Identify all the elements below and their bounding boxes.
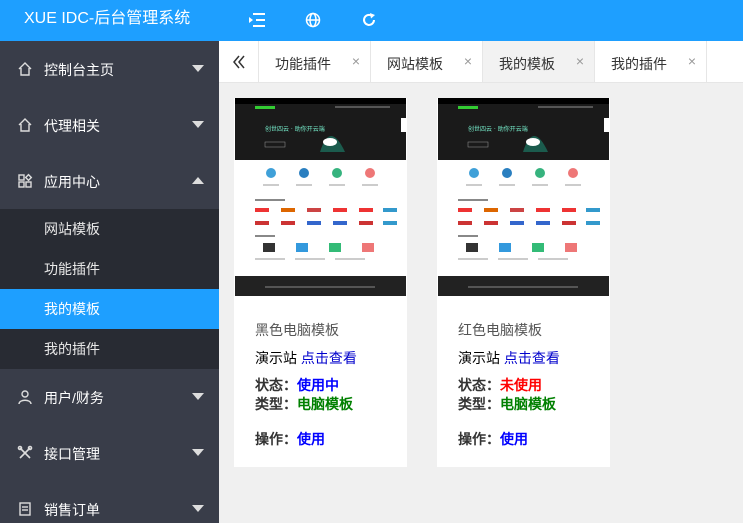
demo-row: 演示站 点击查看 bbox=[255, 348, 357, 368]
template-title: 红色电脑模板 bbox=[458, 322, 542, 338]
sidebar-item-agent[interactable]: 代理相关 bbox=[0, 97, 219, 153]
type-row: 类型：电脑模板 bbox=[255, 394, 353, 414]
app-title: XUE IDC-后台管理系统 bbox=[0, 0, 219, 41]
sidebar-item-api[interactable]: 接口管理 bbox=[0, 425, 219, 481]
tab-label: 功能插件 bbox=[275, 56, 331, 72]
sidebar-item-user-finance[interactable]: 用户/财务 bbox=[0, 369, 219, 425]
close-icon[interactable]: × bbox=[576, 53, 584, 69]
sidebar-subitem-my-plugins[interactable]: 我的插件 bbox=[0, 329, 219, 369]
close-icon[interactable]: × bbox=[464, 53, 472, 69]
type-label: 类型： bbox=[255, 396, 297, 412]
tab-scroll-left-button[interactable] bbox=[219, 41, 259, 82]
template-card: 创世四云 · 助你开云端 bbox=[234, 98, 407, 467]
type-value: 电脑模板 bbox=[500, 396, 556, 412]
use-button[interactable]: 使用 bbox=[500, 431, 528, 447]
chevron-down-icon bbox=[192, 449, 204, 456]
refresh-icon[interactable] bbox=[357, 8, 381, 32]
action-label: 操作： bbox=[458, 431, 500, 447]
type-value: 电脑模板 bbox=[297, 396, 353, 412]
sidebar-item-orders[interactable]: 销售订单 bbox=[0, 481, 219, 523]
tools-icon bbox=[17, 445, 33, 461]
template-title: 黑色电脑模板 bbox=[255, 322, 339, 338]
sidebar-item-dashboard[interactable]: 控制台主页 bbox=[0, 41, 219, 97]
sidebar-subitem-my-templates[interactable]: 我的模板 bbox=[0, 289, 219, 329]
tab-label: 我的插件 bbox=[611, 56, 667, 72]
action-label: 操作： bbox=[255, 431, 297, 447]
sidebar-subitem-plugins[interactable]: 功能插件 bbox=[0, 249, 219, 289]
demo-label: 演示站 bbox=[255, 350, 297, 366]
close-icon[interactable]: × bbox=[352, 53, 360, 69]
tab-label: 我的模板 bbox=[499, 56, 555, 72]
home-icon bbox=[17, 61, 33, 77]
sidebar: 控制台主页 代理相关 应用中心 网站模板 功能插件 我的模板 我的插件 用户/财… bbox=[0, 41, 219, 523]
apps-icon bbox=[17, 173, 33, 189]
tab-my-templates[interactable]: 我的模板 × bbox=[483, 41, 595, 82]
sidebar-item-label: 代理相关 bbox=[44, 118, 100, 134]
main-content: 创世四云 · 助你开云端 黑色电脑模板 演示站 点击查看 状态：使用中 类型：电… bbox=[219, 83, 743, 523]
tab-bar: 功能插件 × 网站模板 × 我的模板 × 我的插件 × bbox=[219, 41, 743, 83]
tab-website-templates[interactable]: 网站模板 × bbox=[371, 41, 483, 82]
sidebar-subnav: 网站模板 功能插件 我的模板 我的插件 bbox=[0, 209, 219, 369]
demo-row: 演示站 点击查看 bbox=[458, 348, 560, 368]
double-chevron-left-icon bbox=[232, 55, 245, 68]
sidebar-item-label: 销售订单 bbox=[44, 502, 100, 518]
status-label: 状态： bbox=[458, 377, 500, 393]
top-header: XUE IDC-后台管理系统 bbox=[0, 0, 743, 41]
status-value: 未使用 bbox=[500, 377, 542, 393]
demo-link[interactable]: 点击查看 bbox=[301, 350, 357, 366]
chevron-up-icon bbox=[192, 177, 204, 184]
action-row: 操作：使用 bbox=[255, 429, 325, 449]
home-icon bbox=[17, 117, 33, 133]
tab-my-plugins[interactable]: 我的插件 × bbox=[595, 41, 707, 82]
globe-icon[interactable] bbox=[301, 8, 325, 32]
status-row: 状态：未使用 bbox=[458, 375, 542, 395]
tab-label: 网站模板 bbox=[387, 56, 443, 72]
menu-toggle-icon[interactable] bbox=[245, 8, 269, 32]
order-icon bbox=[17, 501, 33, 517]
type-label: 类型： bbox=[458, 396, 500, 412]
use-button[interactable]: 使用 bbox=[297, 431, 325, 447]
chevron-down-icon bbox=[192, 121, 204, 128]
sidebar-item-label: 应用中心 bbox=[44, 174, 100, 190]
sidebar-item-label: 用户/财务 bbox=[44, 390, 104, 406]
template-thumbnail[interactable]: 创世四云 · 助你开云端 bbox=[438, 98, 609, 296]
svg-text:创世四云 · 助你开云端: 创世四云 · 助你开云端 bbox=[265, 125, 325, 133]
svg-text:创世四云 · 助你开云端: 创世四云 · 助你开云端 bbox=[468, 125, 528, 133]
sidebar-subitem-website-templates[interactable]: 网站模板 bbox=[0, 209, 219, 249]
sidebar-item-app-center[interactable]: 应用中心 bbox=[0, 153, 219, 209]
template-thumbnail[interactable]: 创世四云 · 助你开云端 bbox=[235, 98, 406, 296]
demo-link[interactable]: 点击查看 bbox=[504, 350, 560, 366]
status-label: 状态： bbox=[255, 377, 297, 393]
status-row: 状态：使用中 bbox=[255, 375, 339, 395]
sidebar-item-label: 控制台主页 bbox=[44, 62, 114, 78]
type-row: 类型：电脑模板 bbox=[458, 394, 556, 414]
tab-plugins[interactable]: 功能插件 × bbox=[259, 41, 371, 82]
sidebar-item-label: 接口管理 bbox=[44, 446, 100, 462]
demo-label: 演示站 bbox=[458, 350, 500, 366]
chevron-down-icon bbox=[192, 65, 204, 72]
user-icon bbox=[17, 389, 33, 405]
close-icon[interactable]: × bbox=[688, 53, 696, 69]
status-value: 使用中 bbox=[297, 377, 339, 393]
chevron-down-icon bbox=[192, 393, 204, 400]
chevron-down-icon bbox=[192, 505, 204, 512]
template-card: 创世四云 · 助你开云端 bbox=[437, 98, 610, 467]
action-row: 操作：使用 bbox=[458, 429, 528, 449]
